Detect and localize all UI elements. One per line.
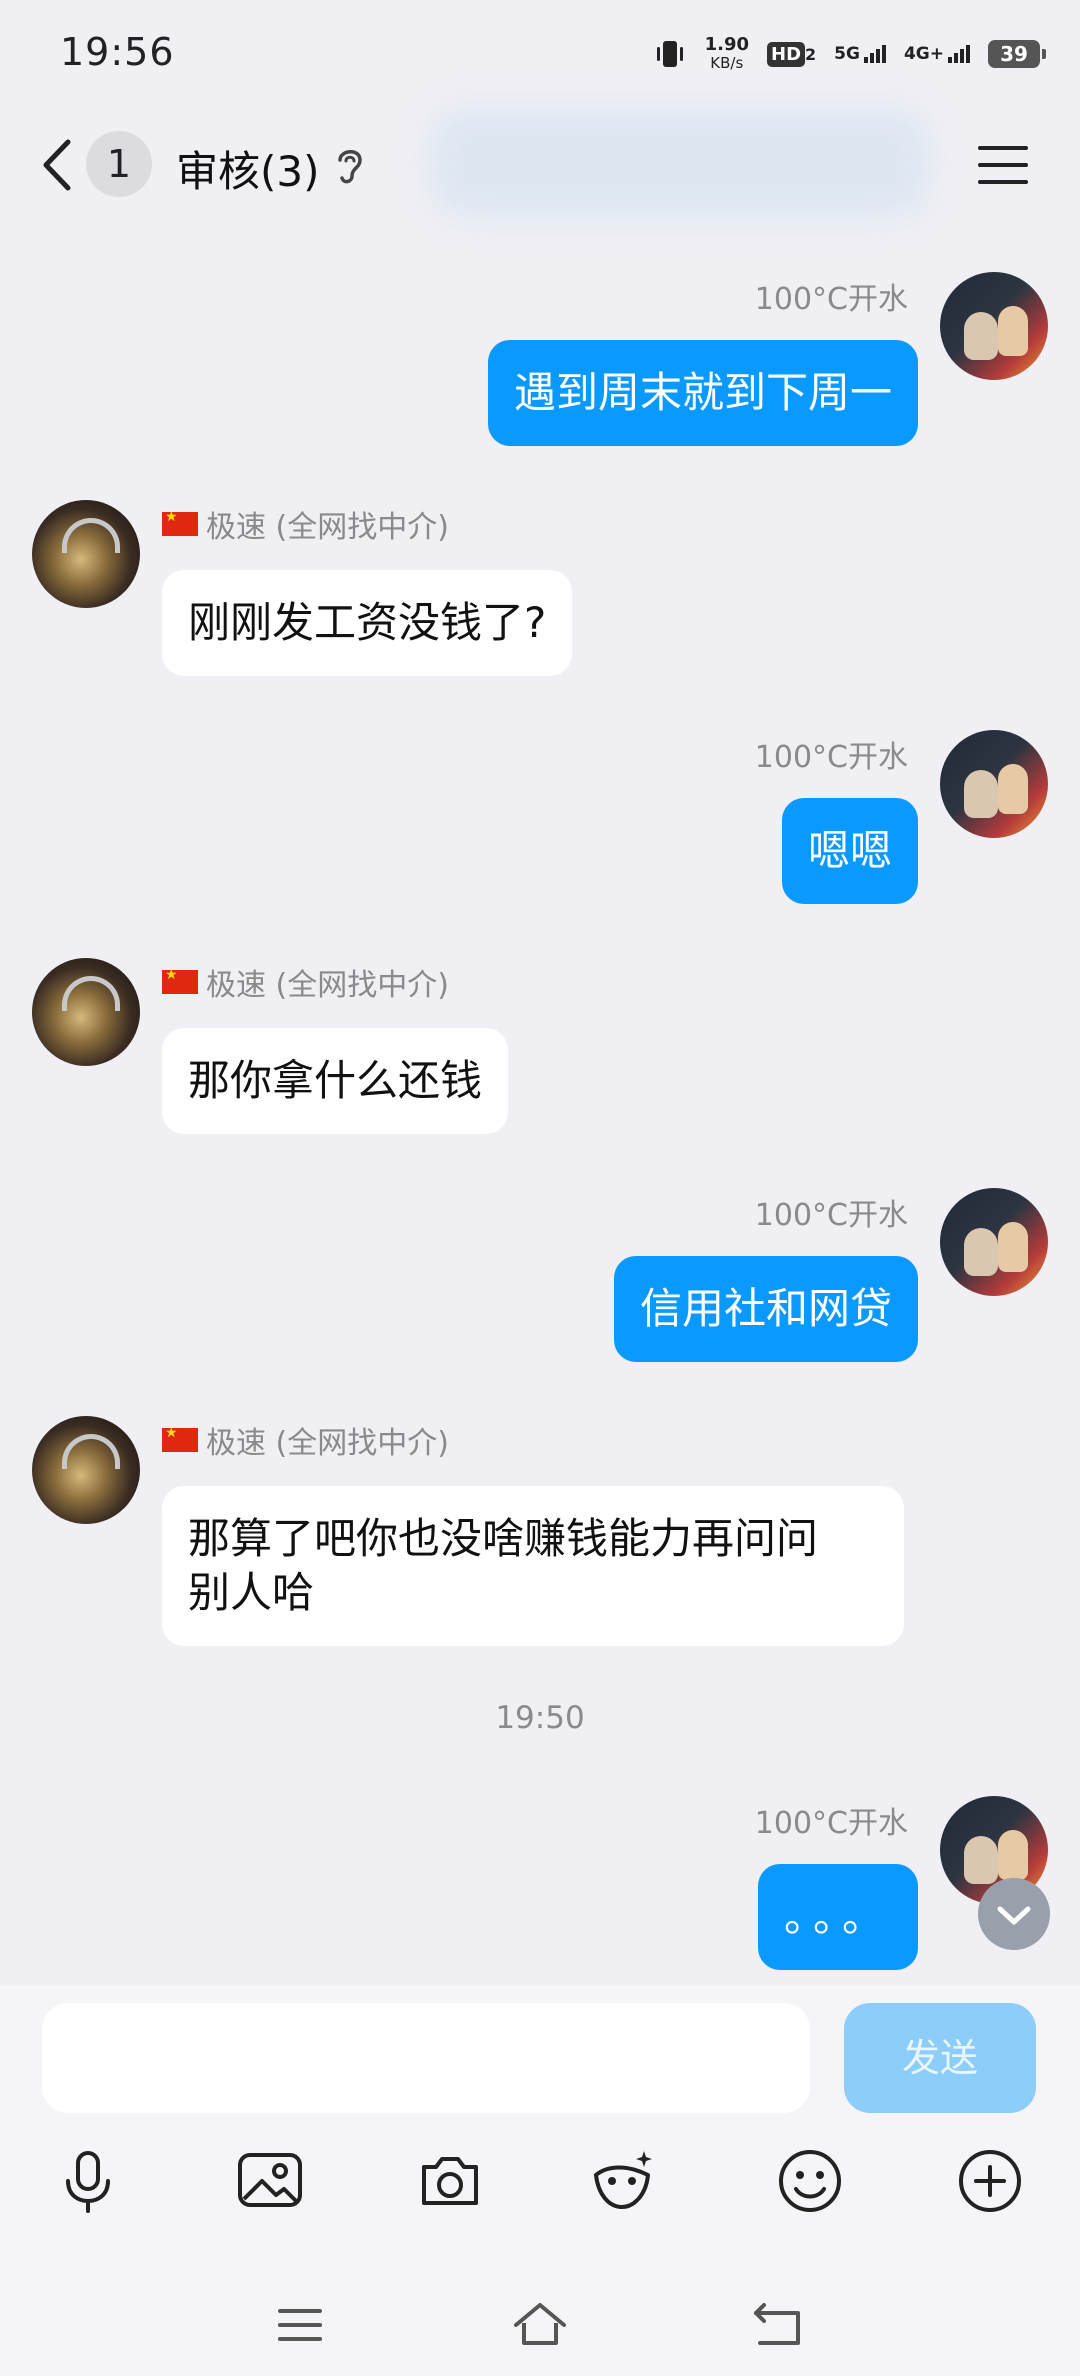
sender-name: 极速 (全网找中介) bbox=[162, 960, 449, 1004]
ear-icon[interactable] bbox=[332, 144, 368, 188]
sender-name-text: 极速 (全网找中介) bbox=[206, 1426, 449, 1461]
avatar[interactable] bbox=[940, 1188, 1048, 1296]
message-bubble[interactable]: 那算了吧你也没啥赚钱能力再问问 别人哈 bbox=[162, 1486, 904, 1646]
message-bubble[interactable]: 嗯嗯 bbox=[781, 798, 918, 904]
message-bubble[interactable]: 。。。 bbox=[757, 1864, 918, 1970]
time-separator: 19:50 bbox=[495, 1700, 585, 1736]
message-bubble[interactable]: 遇到周末就到下周一 bbox=[487, 340, 918, 446]
back-icon[interactable] bbox=[28, 130, 88, 200]
recent-apps-icon[interactable] bbox=[270, 2295, 330, 2355]
net1-label: 5G bbox=[834, 44, 860, 64]
hd-voice-icon: HD 2 bbox=[767, 41, 817, 67]
toolbar bbox=[0, 2145, 1080, 2225]
message-input[interactable] bbox=[42, 2003, 810, 2113]
microphone-icon[interactable] bbox=[52, 2145, 124, 2217]
avatar[interactable] bbox=[32, 500, 140, 608]
send-button[interactable]: 发送 bbox=[844, 2003, 1036, 2113]
message-line: 别人哈 bbox=[188, 1568, 315, 1617]
system-nav-bar bbox=[0, 2285, 1080, 2376]
sender-name: 100°C开水 bbox=[754, 1198, 908, 1233]
sender-name: 极速 (全网找中介) bbox=[162, 1418, 449, 1462]
sender-name-text: 极速 (全网找中介) bbox=[206, 968, 449, 1003]
composer: 发送 bbox=[0, 1985, 1080, 2376]
net2-label: 4G+ bbox=[903, 44, 944, 64]
image-icon[interactable] bbox=[234, 2145, 306, 2217]
avatar[interactable] bbox=[940, 730, 1048, 838]
message-bubble[interactable]: 信用社和网贷 bbox=[613, 1256, 918, 1362]
status-time: 19:56 bbox=[60, 30, 175, 74]
emoji-icon[interactable] bbox=[774, 2145, 846, 2217]
message-bubble[interactable]: 刚刚发工资没钱了? bbox=[162, 570, 573, 676]
ai-mask-icon[interactable] bbox=[588, 2145, 660, 2217]
sender-name: 100°C开水 bbox=[754, 282, 908, 317]
battery-icon: 39 bbox=[988, 40, 1046, 68]
chat-title[interactable]: 审核(3) bbox=[176, 138, 320, 199]
avatar[interactable] bbox=[940, 272, 1048, 380]
sender-name-text: 极速 (全网找中介) bbox=[206, 510, 449, 545]
scroll-to-bottom-icon[interactable] bbox=[978, 1878, 1050, 1950]
network-speed: 1.90 KB/s bbox=[704, 34, 750, 73]
speed-value: 1.90 bbox=[704, 34, 750, 55]
home-icon[interactable] bbox=[510, 2295, 570, 2355]
signal-5g-icon: 5G bbox=[834, 45, 886, 63]
camera-icon[interactable] bbox=[414, 2145, 486, 2217]
avatar[interactable] bbox=[32, 958, 140, 1066]
sender-name: 极速 (全网找中介) bbox=[162, 502, 449, 546]
china-flag-icon bbox=[162, 509, 198, 536]
status-bar: 19:56 1.90 KB/s HD 2 5G 4G+ 39 bbox=[0, 0, 1080, 110]
hd-label: HD bbox=[767, 41, 806, 67]
status-icons: 1.90 KB/s HD 2 5G 4G+ 39 bbox=[653, 34, 1046, 73]
china-flag-icon bbox=[162, 1425, 198, 1452]
china-flag-icon bbox=[162, 967, 198, 994]
signal-4g-icon: 4G+ bbox=[904, 45, 970, 63]
avatar[interactable] bbox=[32, 1416, 140, 1524]
sender-name: 100°C开水 bbox=[754, 740, 908, 775]
speed-unit: KB/s bbox=[710, 54, 744, 72]
message-line: 那算了吧你也没啥赚钱能力再问问 bbox=[188, 1514, 819, 1563]
hd-sub: 2 bbox=[805, 44, 817, 64]
menu-icon[interactable] bbox=[976, 140, 1030, 190]
chat-screen: 19:56 1.90 KB/s HD 2 5G 4G+ 39 1 审核(3) 1… bbox=[0, 0, 1080, 2376]
sender-name: 100°C开水 bbox=[754, 1806, 908, 1841]
unread-badge[interactable]: 1 bbox=[86, 131, 152, 197]
title-bar bbox=[0, 110, 1080, 220]
back-nav-icon[interactable] bbox=[750, 2295, 810, 2355]
message-list[interactable]: 100°C开水 遇到周末就到下周一 极速 (全网找中介) 刚刚发工资没钱了? 1… bbox=[0, 230, 1080, 1985]
add-icon[interactable] bbox=[954, 2145, 1026, 2217]
vibrate-icon bbox=[656, 41, 683, 67]
message-bubble[interactable]: 那你拿什么还钱 bbox=[162, 1028, 509, 1134]
